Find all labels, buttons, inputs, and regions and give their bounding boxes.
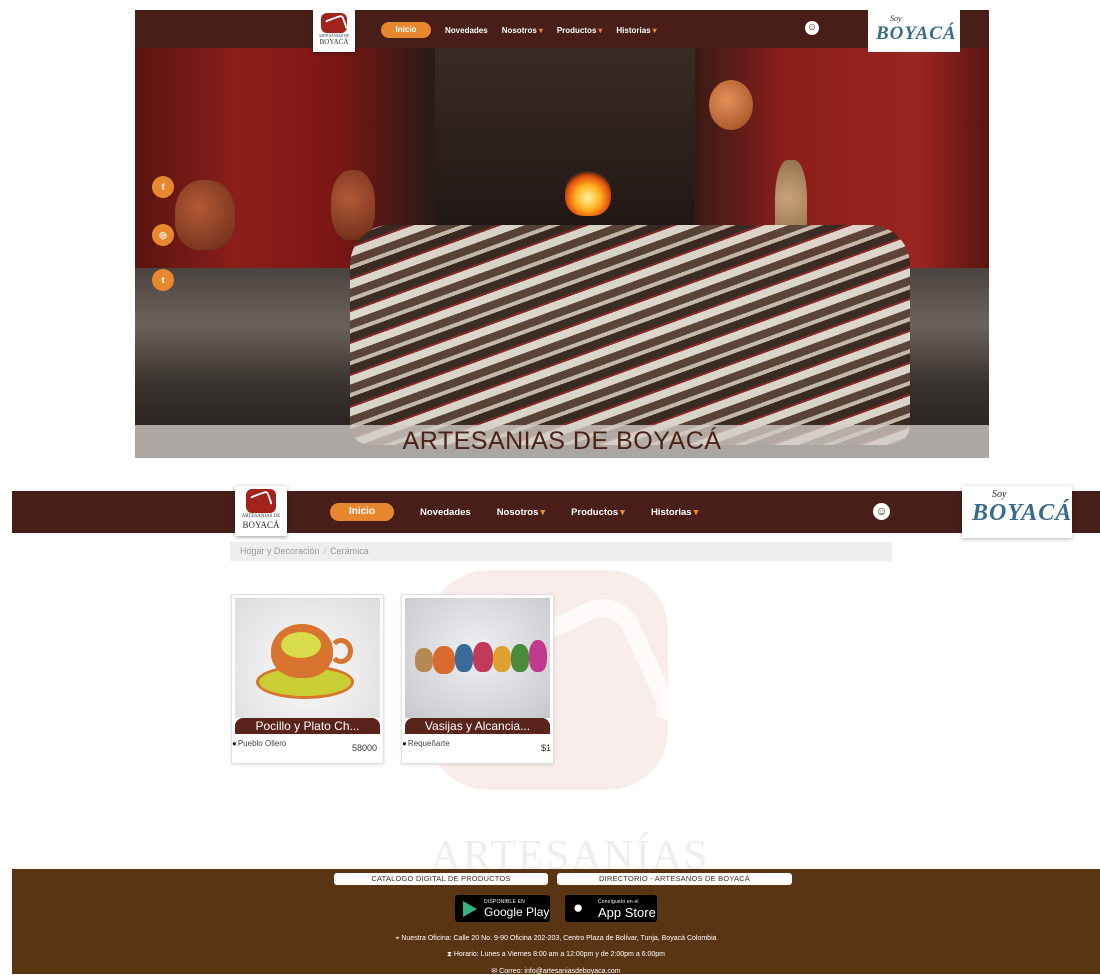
hero-jug — [331, 170, 375, 240]
nav-productos-label: Productos — [571, 506, 619, 518]
hero-title: ARTESANIAS DE BOYACÁ — [402, 427, 722, 455]
nav-nosotros[interactable]: Nosotros ▾ — [497, 507, 545, 518]
caret-down-icon: ▾ — [540, 506, 546, 518]
vessel-shape — [493, 646, 511, 672]
site-logo[interactable]: ARTESANIAS DE BOYACÁ — [235, 486, 287, 536]
google-play-badge[interactable]: DISPONIBLE EN Google Play — [455, 895, 550, 922]
boyaca-label: BOYACÁ — [876, 23, 957, 44]
caret-down-icon: ▾ — [598, 25, 603, 35]
vessel-shape — [433, 646, 455, 674]
office-text: Nuestra Oficina: Calle 20 No. 9-90 Ofici… — [401, 935, 717, 942]
product-card[interactable]: Vasijas y Alcancia... ●Requeñarte $1 — [401, 594, 554, 764]
app-store-badge[interactable]: ● Consíguelo en el App Store — [565, 895, 657, 922]
hero-pot — [175, 180, 235, 250]
main-menu: Inicio Novedades Nosotros ▾ Productos ▾ Hi… — [330, 503, 698, 521]
hero-caption-band: ARTESANIAS DE BOYACÁ — [135, 425, 989, 458]
facebook-icon[interactable]: f — [152, 176, 174, 198]
soy-boyaca-logo[interactable]: Soy BOYACÁ — [868, 10, 960, 52]
catalog-button[interactable]: CATALOGO DIGITAL DE PRODUCTOS — [334, 873, 548, 885]
hours-info: ⧗ Horario: Lunes a Viernes 8:00 am a 12:… — [12, 951, 1100, 959]
breadcrumb: Hogar y Decoración / Cerámica — [230, 542, 892, 561]
hero-fire — [565, 170, 611, 216]
nav-nosotros[interactable]: Nosotros ▾ — [502, 26, 543, 35]
product-card[interactable]: Pocillo y Plato Ch... ●Pueblo Ollero 580… — [231, 594, 384, 764]
caret-down-icon: ▾ — [620, 506, 625, 518]
seller-name: Pueblo Ollero — [237, 739, 287, 748]
office-info: ⌖ Nuestra Oficina: Calle 20 No. 9-90 Ofi… — [12, 935, 1100, 943]
hourglass-icon: ⧗ — [446, 951, 454, 958]
cup-shape — [271, 624, 333, 678]
vessel-shape — [529, 640, 547, 672]
logo-line2: BOYACÁ — [319, 38, 349, 46]
app-store-label: App Store — [598, 905, 656, 920]
nav-inicio[interactable]: Inicio — [330, 503, 394, 521]
nav-historias[interactable]: Historias ▾ — [651, 507, 698, 518]
vessel-shape — [415, 648, 433, 672]
user-account-icon[interactable]: ☺ — [805, 21, 819, 35]
nav-nosotros-label: Nosotros — [496, 506, 539, 518]
soy-label: Soy — [992, 489, 1007, 500]
boyaca-label: BOYACÁ — [972, 500, 1073, 526]
nav-productos[interactable]: Productos ▾ — [557, 26, 603, 35]
instagram-icon[interactable]: ◎ — [152, 224, 174, 246]
nav-productos[interactable]: Productos ▾ — [571, 507, 625, 518]
caret-down-icon: ▾ — [652, 25, 657, 35]
caret-down-icon: ▾ — [538, 25, 543, 35]
top-navbar: ARTESANIAS DE BOYACÁ Inicio Novedades No… — [135, 10, 989, 52]
hero-copper-pan — [709, 80, 753, 130]
vessel-shape — [511, 644, 529, 672]
nav-nosotros-label: Nosotros — [501, 25, 537, 35]
nav-novedades-label: Novedades — [420, 506, 471, 518]
nav-productos-label: Productos — [556, 25, 597, 35]
seller-name: Requeñarte — [407, 739, 450, 748]
logo-line1: ARTESANIAS DE — [241, 514, 281, 519]
nav-novedades[interactable]: Novedades — [445, 26, 488, 35]
google-play-icon — [463, 901, 477, 917]
directory-button[interactable]: DIRECTORIO - ARTESANOS DE BOYACÁ — [557, 873, 792, 885]
soy-boyaca-logo[interactable]: Soy BOYACÁ — [962, 486, 1072, 538]
vessel-shape — [473, 642, 493, 672]
top-navbar-secondary: ARTESANIAS DE BOYACÁ Inicio Novedades No… — [12, 486, 1100, 538]
product-price: 58000 — [352, 743, 378, 753]
nav-historias-label: Historias — [616, 25, 651, 35]
vessel-shape — [455, 644, 473, 672]
user-icon: ● — [402, 739, 407, 748]
nav-novedades[interactable]: Novedades — [420, 507, 471, 518]
google-play-label: Google Play — [484, 905, 550, 919]
user-account-icon[interactable]: ☺ — [873, 503, 890, 520]
product-seller: ●Requeñarte — [402, 739, 450, 748]
logo-mark-icon — [246, 489, 276, 513]
breadcrumb-item-hogar[interactable]: Hogar y Decoración — [240, 546, 320, 556]
logo-line2: BOYACÁ — [242, 520, 280, 530]
nav-inicio[interactable]: Inicio — [381, 22, 431, 38]
nav-historias-label: Historias — [650, 506, 692, 518]
cup-handle-shape — [329, 638, 353, 664]
soy-label: Soy — [890, 14, 902, 23]
site-footer: CATALOGO DIGITAL DE PRODUCTOS DIRECTORIO… — [12, 869, 1100, 975]
product-title[interactable]: Pocillo y Plato Ch... — [235, 718, 380, 734]
breadcrumb-item-ceramica: Cerámica — [330, 546, 369, 556]
hero-section: ARTESANIAS DE BOYACÁ Inicio Novedades No… — [135, 10, 989, 458]
product-seller: ●Pueblo Ollero — [232, 739, 286, 748]
nav-novedades-label: Novedades — [445, 25, 488, 35]
hours-text: Horario: Lunes a Viernes 8:00 am a 12:00… — [453, 951, 666, 958]
product-title[interactable]: Vasijas y Alcancia... — [405, 718, 550, 734]
product-price: $1 — [541, 743, 552, 753]
product-image[interactable] — [235, 598, 380, 718]
apple-icon: ● — [573, 898, 584, 917]
site-logo[interactable]: ARTESANIAS DE BOYACÁ — [313, 10, 355, 52]
breadcrumb-separator: / — [323, 546, 327, 556]
logo-mark-icon — [321, 13, 347, 33]
product-image[interactable] — [405, 598, 550, 718]
nav-historias[interactable]: Historias ▾ — [616, 26, 656, 35]
main-menu: Inicio Novedades Nosotros ▾ Productos ▾ Hi… — [381, 22, 657, 38]
hero-woven-blanket — [350, 225, 910, 445]
user-icon: ● — [232, 739, 237, 748]
twitter-icon[interactable]: t — [152, 269, 174, 291]
caret-down-icon: ▾ — [693, 506, 699, 518]
